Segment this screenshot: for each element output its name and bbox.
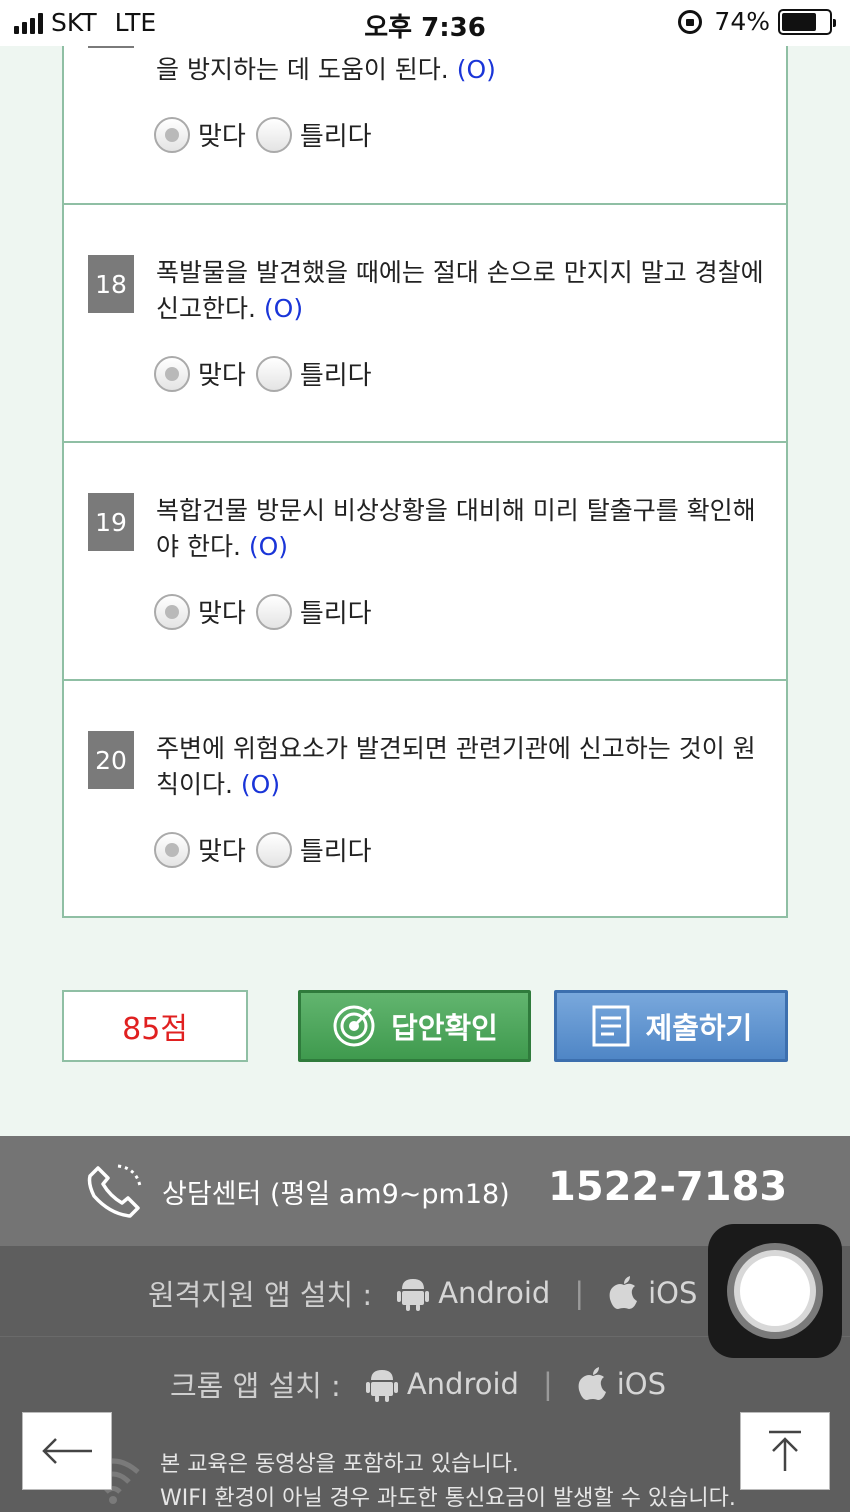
rotation-lock-icon bbox=[678, 9, 703, 34]
option-true-label[interactable]: 맞다 bbox=[198, 116, 246, 153]
check-answers-label: 답안확인 bbox=[391, 1011, 498, 1045]
radio-true[interactable] bbox=[154, 593, 190, 630]
answer-indicator: (O) bbox=[240, 770, 281, 799]
apple-icon bbox=[578, 1367, 606, 1400]
battery-percent: 74% bbox=[714, 7, 770, 36]
question-18: 18 폭발물을 발견했을 때에는 절대 손으로 만지지 말고 경찰에 신고한다.… bbox=[64, 205, 786, 443]
apple-icon bbox=[609, 1276, 638, 1309]
assistive-core bbox=[740, 1256, 810, 1326]
contact-phone[interactable]: 1522-7183 bbox=[548, 1164, 787, 1210]
contact-label: 상담센터 (평일 am9~pm18) bbox=[162, 1179, 510, 1210]
remote-ios-link[interactable]: iOS bbox=[608, 1275, 697, 1311]
option-false-label[interactable]: 틀리다 bbox=[300, 831, 372, 868]
remote-support-line: 원격지원 앱 설치 : Android | iOS bbox=[148, 1272, 697, 1314]
answer-options: 맞다 틀리다 bbox=[154, 593, 382, 630]
arrow-up-icon bbox=[769, 1430, 801, 1471]
android-label: Android bbox=[438, 1276, 551, 1310]
answer-indicator: (O) bbox=[248, 532, 289, 561]
phone-icon bbox=[87, 1164, 142, 1218]
android-label: Android bbox=[406, 1367, 519, 1401]
notice-line-2: WIFI 환경이 아닐 경우 과도한 통신요금이 발생할 수 있습니다. bbox=[160, 1486, 736, 1511]
ios-label: iOS bbox=[616, 1367, 667, 1401]
radio-false[interactable] bbox=[255, 831, 292, 868]
scroll-top-button[interactable] bbox=[740, 1412, 830, 1490]
answer-options: 맞다 틀리다 bbox=[154, 116, 382, 153]
question-number: 19 bbox=[88, 493, 134, 551]
target-icon bbox=[333, 1005, 375, 1047]
question-number: 18 bbox=[88, 255, 134, 313]
question-20: 20 주변에 위험요소가 발견되면 관련기관에 신고하는 것이 원칙이다. (O… bbox=[64, 681, 786, 918]
question-body: 복합건물 방문시 비상상황을 대비해 미리 탈출구를 확인해야 한다. bbox=[156, 496, 756, 561]
question-19: 19 복합건물 방문시 비상상황을 대비해 미리 탈출구를 확인해야 한다. (… bbox=[64, 443, 786, 681]
score-display: 85점 bbox=[62, 990, 248, 1062]
question-text: 을 방지하는 데 도움이 된다. (O) bbox=[156, 52, 766, 88]
chrome-app-line: 크롬 앱 설치 : Android | iOS bbox=[170, 1363, 666, 1405]
radio-false[interactable] bbox=[255, 593, 292, 630]
quiz-card: 17 을 방지하는 데 도움이 된다. (O) 맞다 틀리다 18 폭발물을 발… bbox=[62, 0, 788, 918]
question-body: 폭발물을 발견했을 때에는 절대 손으로 만지지 말고 경찰에 신고한다. bbox=[156, 258, 764, 323]
check-answers-button[interactable]: 답안확인 bbox=[298, 990, 531, 1062]
option-true-label[interactable]: 맞다 bbox=[198, 593, 246, 630]
chrome-ios-link[interactable]: iOS bbox=[577, 1366, 666, 1402]
remote-support-label: 원격지원 앱 설치 : bbox=[148, 1278, 373, 1312]
ios-label: iOS bbox=[648, 1276, 698, 1310]
remote-android-link[interactable]: Android bbox=[396, 1275, 550, 1311]
battery-icon bbox=[778, 8, 836, 35]
radio-false[interactable] bbox=[255, 355, 292, 392]
radio-true[interactable] bbox=[154, 355, 190, 392]
radio-true[interactable] bbox=[154, 831, 190, 868]
status-right: 74% bbox=[678, 7, 836, 36]
status-bar: SKT LTE 오후 7:36 74% bbox=[0, 0, 850, 46]
assistive-ring-inner bbox=[734, 1250, 816, 1332]
option-false-label[interactable]: 틀리다 bbox=[300, 355, 372, 392]
answer-indicator: (O) bbox=[263, 294, 304, 323]
assistive-touch-button[interactable] bbox=[708, 1224, 842, 1358]
answer-options: 맞다 틀리다 bbox=[154, 831, 382, 868]
arrow-left-icon bbox=[42, 1438, 92, 1464]
chrome-app-label: 크롬 앱 설치 : bbox=[170, 1369, 341, 1403]
notice-line-1: 본 교육은 동영상을 포함하고 있습니다. bbox=[160, 1452, 519, 1477]
question-text: 주변에 위험요소가 발견되면 관련기관에 신고하는 것이 원칙이다. (O) bbox=[156, 731, 766, 803]
radio-false[interactable] bbox=[255, 116, 292, 153]
back-button[interactable] bbox=[22, 1412, 112, 1490]
assistive-ring bbox=[727, 1243, 823, 1339]
question-number: 20 bbox=[88, 731, 134, 789]
option-false-label[interactable]: 틀리다 bbox=[300, 116, 372, 153]
separator: | bbox=[542, 1367, 553, 1401]
question-body: 을 방지하는 데 도움이 된다. bbox=[156, 55, 449, 84]
answer-options: 맞다 틀리다 bbox=[154, 355, 382, 392]
document-icon bbox=[592, 1005, 630, 1047]
radio-true[interactable] bbox=[154, 116, 190, 153]
submit-label: 제출하기 bbox=[645, 1011, 753, 1045]
separator: | bbox=[574, 1276, 585, 1310]
option-true-label[interactable]: 맞다 bbox=[198, 355, 246, 392]
option-false-label[interactable]: 틀리다 bbox=[300, 593, 372, 630]
question-text: 폭발물을 발견했을 때에는 절대 손으로 만지지 말고 경찰에 신고한다. (O… bbox=[156, 255, 766, 327]
android-icon bbox=[397, 1279, 430, 1311]
answer-indicator: (O) bbox=[456, 55, 496, 84]
option-true-label[interactable]: 맞다 bbox=[198, 831, 246, 868]
question-text: 복합건물 방문시 비상상황을 대비해 미리 탈출구를 확인해야 한다. (O) bbox=[156, 493, 766, 565]
chrome-android-link[interactable]: Android bbox=[365, 1366, 519, 1402]
submit-button[interactable]: 제출하기 bbox=[554, 990, 788, 1062]
android-icon bbox=[365, 1370, 398, 1402]
battery-fill bbox=[782, 12, 817, 31]
